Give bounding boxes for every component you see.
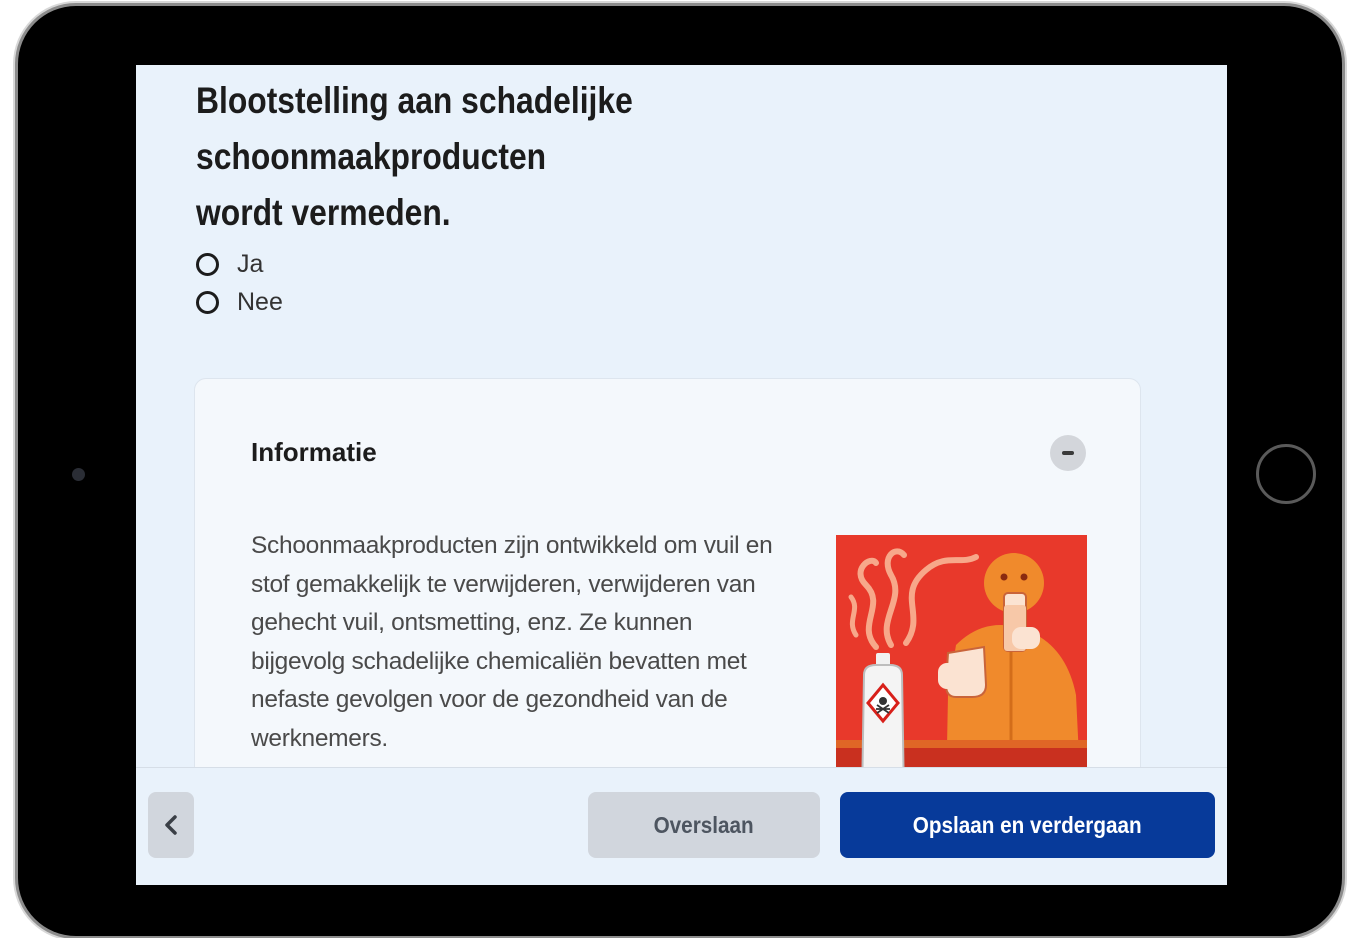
chevron-left-icon bbox=[165, 815, 177, 835]
skip-button-label: Overslaan bbox=[653, 811, 755, 838]
save-button-label: Opslaan en verdergaan bbox=[913, 811, 1142, 838]
option-nee[interactable]: Nee bbox=[196, 283, 283, 321]
back-button[interactable] bbox=[148, 792, 194, 858]
info-card: Informatie Schoonmaakproducten zijn ontw… bbox=[194, 378, 1141, 799]
footer-bar: Overslaan Opslaan en verdergaan bbox=[136, 767, 1227, 885]
toxic-cleaning-illustration bbox=[836, 535, 1087, 799]
collapse-button[interactable] bbox=[1050, 435, 1086, 471]
app-screen: Blootstelling aan schadelijke schoonmaak… bbox=[136, 65, 1227, 885]
camera-icon bbox=[72, 468, 85, 481]
question-title: Blootstelling aan schadelijke schoonmaak… bbox=[196, 80, 633, 233]
option-ja[interactable]: Ja bbox=[196, 245, 283, 283]
save-and-continue-button[interactable]: Opslaan en verdergaan bbox=[840, 792, 1215, 858]
minus-icon bbox=[1062, 451, 1074, 455]
option-label: Nee bbox=[237, 287, 283, 316]
answer-options: Ja Nee bbox=[196, 245, 283, 321]
info-body: Schoonmaakproducten zijn ontwikkeld om v… bbox=[251, 532, 773, 752]
radio-button[interactable] bbox=[196, 290, 219, 314]
home-button[interactable] bbox=[1256, 444, 1316, 504]
info-title: Informatie bbox=[251, 437, 377, 467]
skip-button[interactable]: Overslaan bbox=[588, 792, 820, 858]
option-label: Ja bbox=[237, 249, 264, 278]
radio-button[interactable] bbox=[196, 252, 219, 276]
